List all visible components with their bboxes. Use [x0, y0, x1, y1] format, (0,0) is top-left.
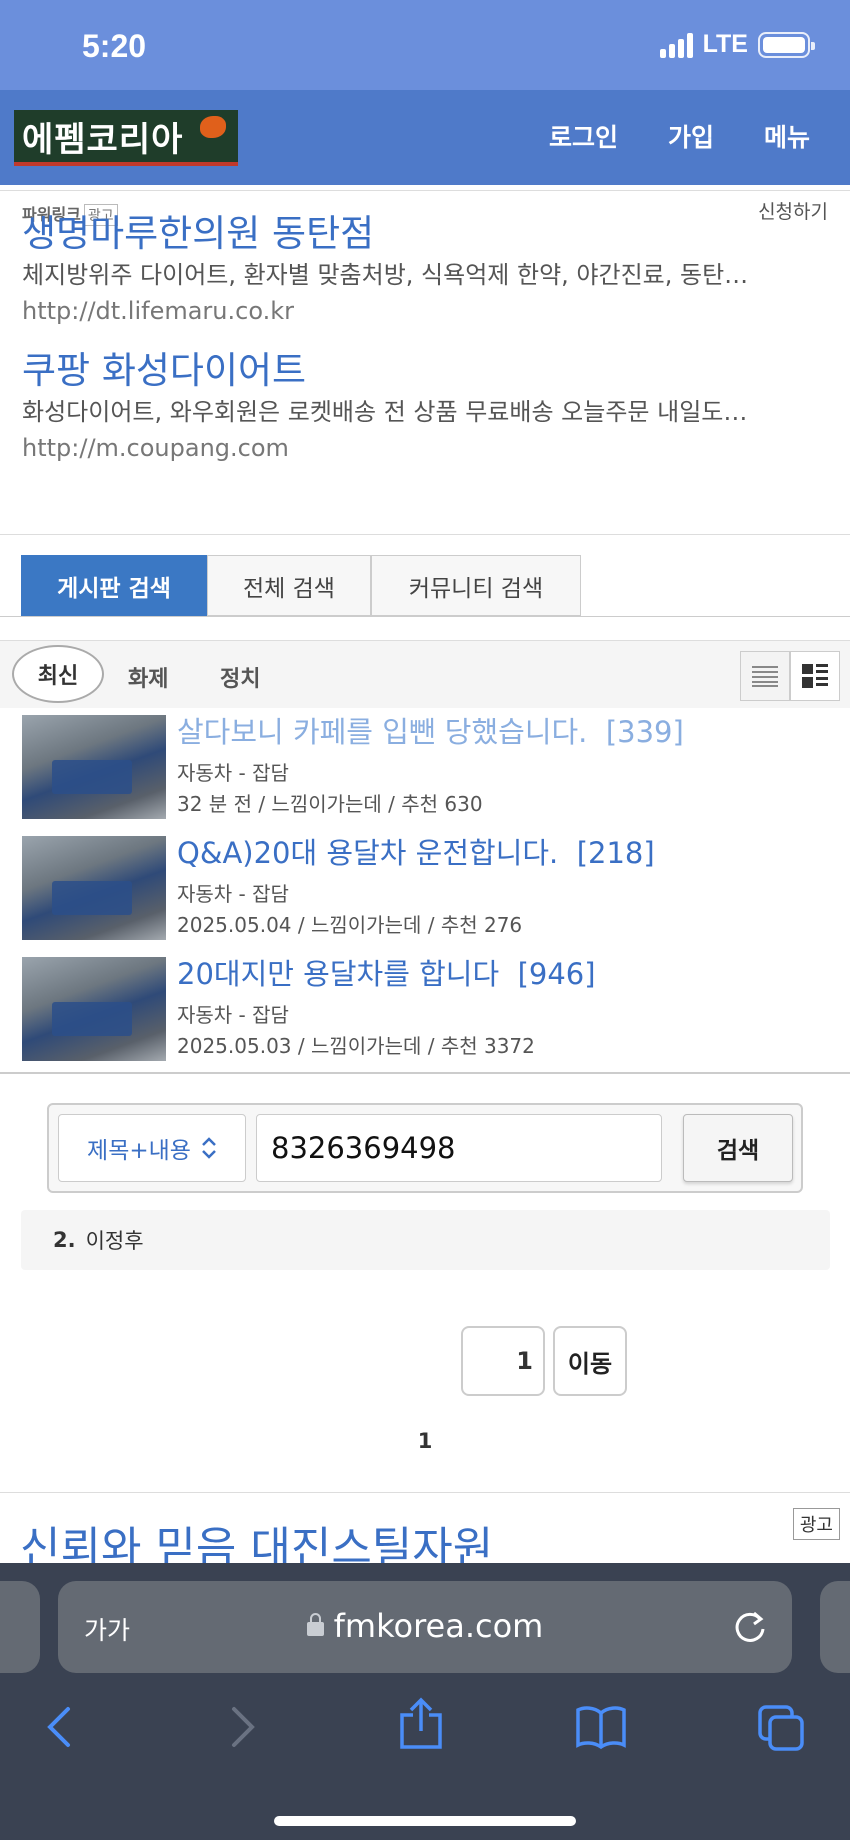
bottom-ad-badge: 광고 [792, 1508, 840, 1540]
search-result-item[interactable]: 2. 이정후 [21, 1210, 830, 1270]
post-category: 자동차 - 잡담 [177, 1003, 289, 1027]
tabs-icon[interactable] [756, 1703, 806, 1753]
page-go-button[interactable]: 이동 [553, 1326, 627, 1396]
site-header: 에펨코리아 로그인 가입 메뉴 [0, 90, 850, 185]
address-bar[interactable]: 가가 fmkorea.com [58, 1581, 792, 1673]
header-nav: 로그인 가입 메뉴 [549, 118, 810, 154]
comment-count: [946] [517, 957, 596, 991]
search-tabs: 게시판 검색 전체 검색 커뮤니티 검색 [21, 555, 581, 616]
network-type: LTE [702, 30, 748, 58]
logo-text: 에펨코리아 [22, 119, 184, 160]
ad-title[interactable]: 쿠팡 화성다이어트 [22, 348, 832, 394]
result-name: 이정후 [85, 1229, 144, 1253]
menu-link[interactable]: 메뉴 [764, 118, 810, 154]
site-logo[interactable]: 에펨코리아 [14, 110, 238, 166]
tab-community-search[interactable]: 커뮤니티 검색 [371, 555, 581, 616]
search-form: 제목+내용 검색 [47, 1103, 803, 1193]
status-time: 5:20 [82, 28, 147, 64]
signal-icon [659, 32, 693, 58]
current-page[interactable]: 1 [415, 1429, 435, 1453]
list-item[interactable]: Q&A)20대 용달차 운전합니다. [218] 자동차 - 잡담 2025.0… [22, 836, 832, 940]
comment-count: [339] [605, 715, 684, 749]
next-tab[interactable] [820, 1581, 850, 1673]
post-thumbnail[interactable] [22, 836, 166, 940]
ad-item[interactable]: 생명마루한의원 동탄점 체지방위주 다이어트, 환자별 맞춤처방, 식욕억제 한… [22, 211, 832, 329]
ad-title[interactable]: 생명마루한의원 동탄점 [22, 211, 832, 257]
bottom-ad-title[interactable]: 신뢰와 믿음 대진스틸자원 [20, 1512, 493, 1564]
back-icon[interactable] [36, 1703, 84, 1751]
sort-politics[interactable]: 정치 [220, 661, 260, 693]
search-input[interactable] [256, 1114, 662, 1182]
login-link[interactable]: 로그인 [549, 118, 618, 154]
search-type-select[interactable]: 제목+내용 [58, 1114, 246, 1182]
browser-chrome: 가가 fmkorea.com [0, 1563, 850, 1840]
post-title[interactable]: Q&A)20대 용달차 운전합니다. [218] [177, 830, 655, 872]
tab-board-search[interactable]: 게시판 검색 [21, 555, 207, 616]
post-meta: 32 분 전 / 느낌이가는데 / 추천 630 [177, 792, 483, 816]
list-view-button[interactable] [740, 651, 790, 701]
ad-item[interactable]: 쿠팡 화성다이어트 화성다이어트, 와우회원은 로켓배송 전 상품 무료배송 오… [22, 348, 832, 466]
home-indicator[interactable] [274, 1816, 576, 1826]
power-link-ad: 파워링크 광고 신청하기 생명마루한의원 동탄점 체지방위주 다이어트, 환자별 … [0, 190, 850, 535]
ad-description: 화성다이어트, 와우회원은 로켓배송 전 상품 무료배송 오늘주문 내일도… [22, 398, 748, 426]
leaf-icon [200, 116, 226, 138]
ad-url: http://dt.lifemaru.co.kr [22, 297, 294, 325]
post-thumbnail[interactable] [22, 715, 166, 819]
list-icon [752, 666, 778, 687]
post-title[interactable]: 살다보니 카페를 입뺀 당했습니다. [339] [177, 709, 684, 751]
page-number-input[interactable] [461, 1326, 545, 1396]
list-item[interactable]: 20대지만 용달차를 합니다 [946] 자동차 - 잡담 2025.05.03… [22, 957, 832, 1061]
comment-count: [218] [576, 836, 655, 870]
chevron-updown-icon [202, 1137, 216, 1159]
sort-hot[interactable]: 화제 [128, 661, 168, 693]
ad-description: 체지방위주 다이어트, 환자별 맞춤처방, 식욕억제 한약, 야간진료, 동탄… [22, 261, 749, 289]
post-meta: 2025.05.03 / 느낌이가는데 / 추천 3372 [177, 1034, 535, 1058]
post-category: 자동차 - 잡담 [177, 882, 289, 906]
sort-latest[interactable]: 최신 [12, 645, 104, 703]
sort-bar: 최신 화제 정치 [0, 640, 850, 708]
gallery-icon [802, 664, 828, 688]
share-icon[interactable] [396, 1697, 446, 1751]
ad-url: http://m.coupang.com [22, 434, 289, 462]
post-category: 자동차 - 잡담 [177, 761, 289, 785]
result-index: 2. [53, 1228, 76, 1252]
status-bar: 5:20 LTE [0, 0, 850, 90]
battery-icon [758, 31, 815, 58]
post-title[interactable]: 20대지만 용달차를 합니다 [946] [177, 951, 596, 993]
reload-icon[interactable] [732, 1607, 768, 1647]
url-text: fmkorea.com [333, 1607, 544, 1645]
gallery-view-button[interactable] [790, 651, 840, 701]
forward-icon[interactable] [218, 1703, 266, 1751]
lock-icon [306, 1613, 324, 1636]
previous-tab[interactable] [0, 1581, 40, 1673]
join-link[interactable]: 가입 [668, 118, 714, 154]
post-thumbnail[interactable] [22, 957, 166, 1061]
bookmarks-icon[interactable] [574, 1703, 628, 1751]
tab-all-search[interactable]: 전체 검색 [207, 555, 371, 616]
search-button[interactable]: 검색 [683, 1114, 793, 1182]
list-item[interactable]: 살다보니 카페를 입뺀 당했습니다. [339] 자동차 - 잡담 32 분 전… [22, 715, 832, 819]
post-meta: 2025.05.04 / 느낌이가는데 / 추천 276 [177, 913, 523, 937]
